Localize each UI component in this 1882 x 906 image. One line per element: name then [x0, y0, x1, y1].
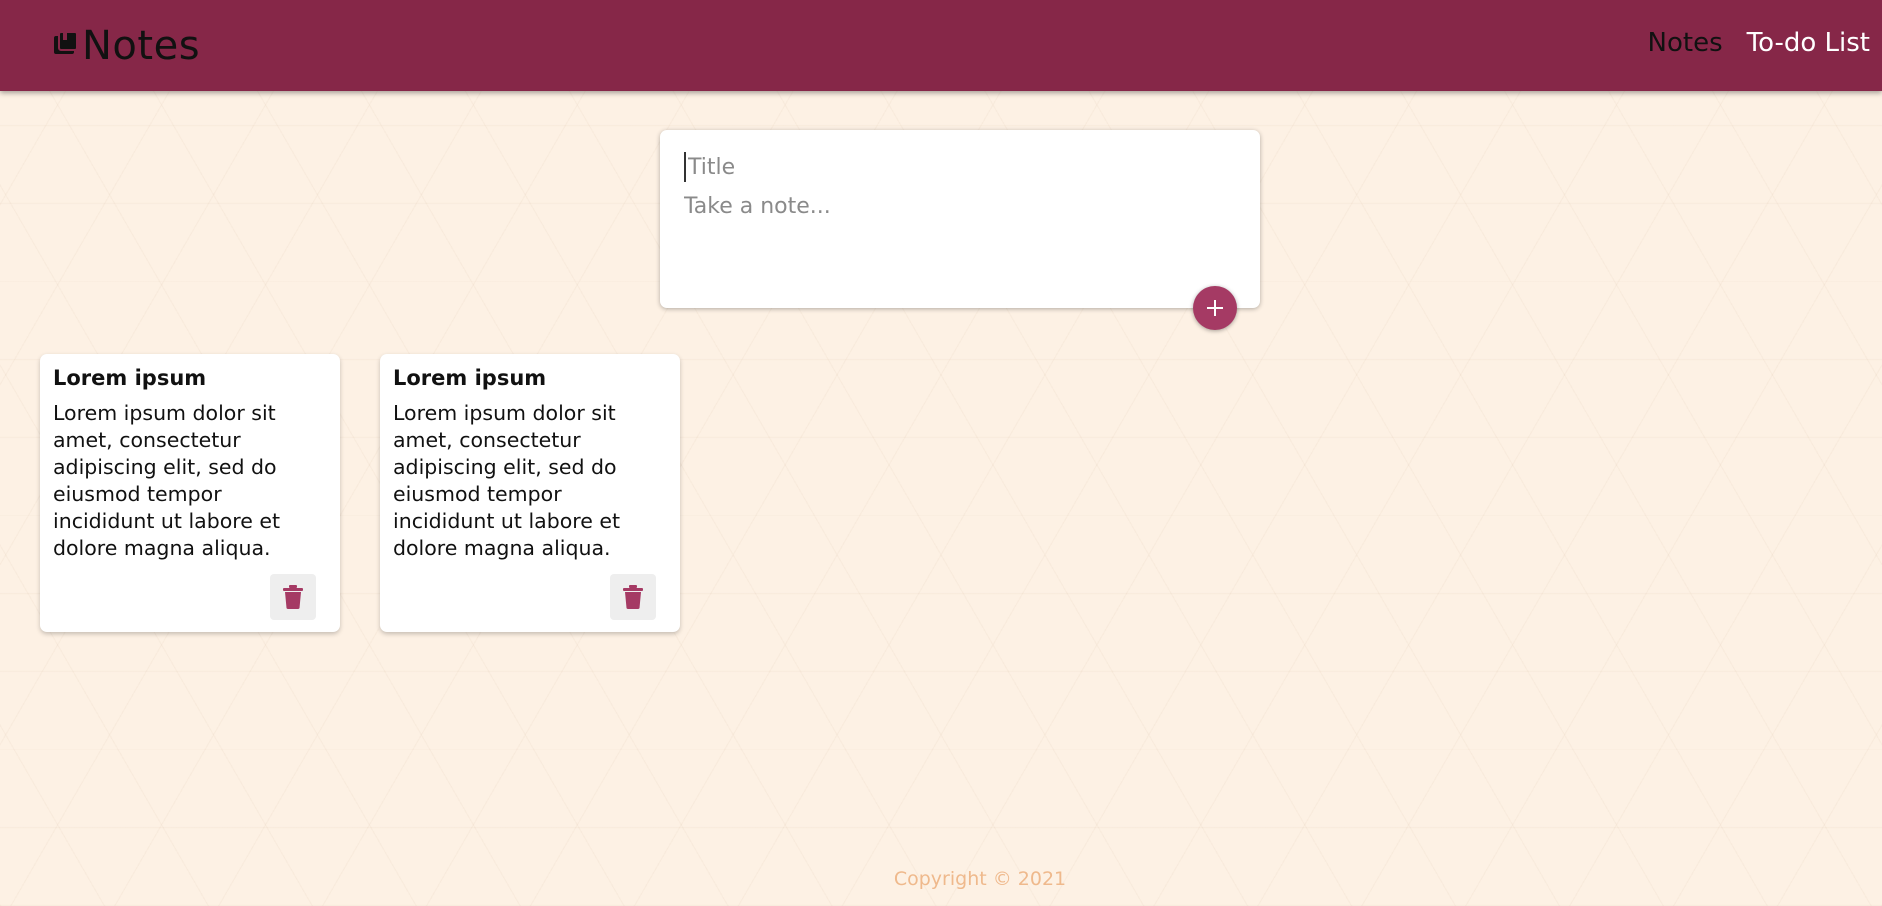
note-title-input[interactable] [684, 152, 1238, 182]
app-header: Notes Notes To-do List [0, 0, 1882, 91]
note-content-input[interactable] [684, 192, 1234, 282]
delete-note-button[interactable] [270, 574, 316, 620]
nav-link-notes[interactable]: Notes [1648, 28, 1723, 58]
app-title: Notes [82, 23, 201, 69]
plus-icon [1207, 300, 1223, 316]
nav-link-todo-list[interactable]: To-do List [1747, 28, 1870, 58]
note-content: Lorem ipsum dolor sit amet, consectetur … [393, 401, 621, 560]
note-title: Lorem ipsum [53, 366, 207, 390]
create-note-form [660, 130, 1260, 308]
brand: Notes [52, 22, 200, 70]
trash-icon [623, 585, 643, 609]
note-card: Lorem ipsum Lorem ipsum dolor sit amet, … [40, 354, 340, 632]
note-title: Lorem ipsum [393, 366, 547, 390]
notebook-icon [54, 31, 78, 54]
delete-note-button[interactable] [610, 574, 656, 620]
note-content: Lorem ipsum dolor sit amet, consectetur … [53, 401, 281, 560]
footer-copyright: Copyright © 2021 [893, 868, 1067, 890]
main-nav: Notes To-do List [1648, 28, 1870, 58]
add-note-button[interactable] [1193, 286, 1237, 330]
note-card: Lorem ipsum Lorem ipsum dolor sit amet, … [380, 354, 680, 632]
trash-icon [283, 585, 303, 609]
